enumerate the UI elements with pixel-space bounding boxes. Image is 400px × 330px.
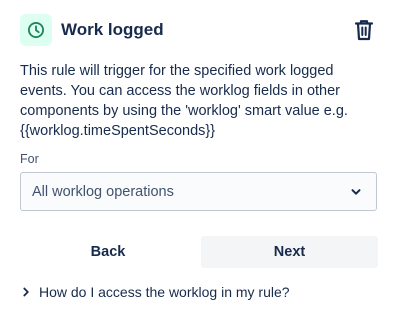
trash-icon (354, 20, 374, 41)
clock-icon (28, 22, 44, 38)
rule-description: This rule will trigger for the specified… (20, 61, 380, 141)
delete-button[interactable] (348, 14, 380, 46)
description-line: This rule will trigger for the specified… (20, 63, 334, 79)
worklog-operations-select[interactable]: All worklog operations (20, 172, 377, 211)
for-field-label: For (20, 152, 39, 166)
rule-config-panel: Work logged This rule will trigger for t… (0, 0, 400, 330)
chevron-right-icon (23, 287, 29, 297)
chevron-down-icon (351, 189, 361, 195)
description-line: events. You can access the worklog field… (20, 83, 340, 99)
help-expander[interactable]: How do I access the worklog in my rule? (20, 284, 290, 300)
help-link-text: How do I access the worklog in my rule? (39, 284, 290, 300)
panel-title: Work logged (61, 20, 164, 39)
description-line: components by using the 'worklog' smart … (20, 103, 348, 119)
select-value: All worklog operations (32, 183, 174, 200)
panel-header: Work logged (20, 14, 380, 46)
back-button[interactable]: Back (20, 236, 196, 268)
next-button[interactable]: Next (201, 236, 378, 268)
description-line: {{worklog.timeSpentSeconds}} (20, 123, 216, 139)
trigger-icon-tile (20, 14, 52, 46)
